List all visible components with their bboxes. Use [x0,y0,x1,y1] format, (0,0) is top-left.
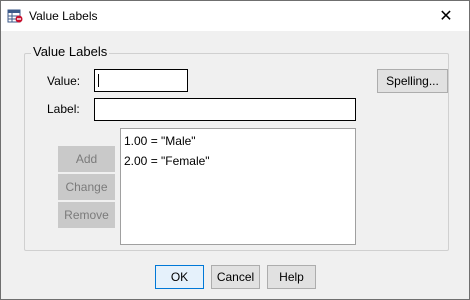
list-item[interactable]: 1.00 = "Male" [124,132,355,152]
title-bar: Value Labels ✕ [1,1,469,31]
spelling-button[interactable]: Spelling... [377,69,448,93]
cancel-button[interactable]: Cancel [211,265,260,289]
dialog-icon [7,8,23,24]
value-labels-dialog: Value Labels ✕ Value Labels Value: Label… [0,0,470,300]
text-caret [98,74,99,87]
ok-button[interactable]: OK [155,265,204,289]
close-icon: ✕ [439,8,453,25]
dialog-title: Value Labels [29,9,98,23]
value-labels-list[interactable]: 1.00 = "Male" 2.00 = "Female" [120,128,356,245]
change-button[interactable]: Change [58,174,115,200]
remove-button[interactable]: Remove [58,202,115,228]
add-button[interactable]: Add [58,146,115,172]
help-button[interactable]: Help [267,265,316,289]
group-legend: Value Labels [31,44,110,59]
label-input[interactable] [94,98,356,121]
value-input[interactable] [94,69,188,92]
close-button[interactable]: ✕ [423,1,469,31]
value-label: Value: [47,74,81,88]
list-item[interactable]: 2.00 = "Female" [124,152,355,172]
label-label: Label: [47,102,80,116]
